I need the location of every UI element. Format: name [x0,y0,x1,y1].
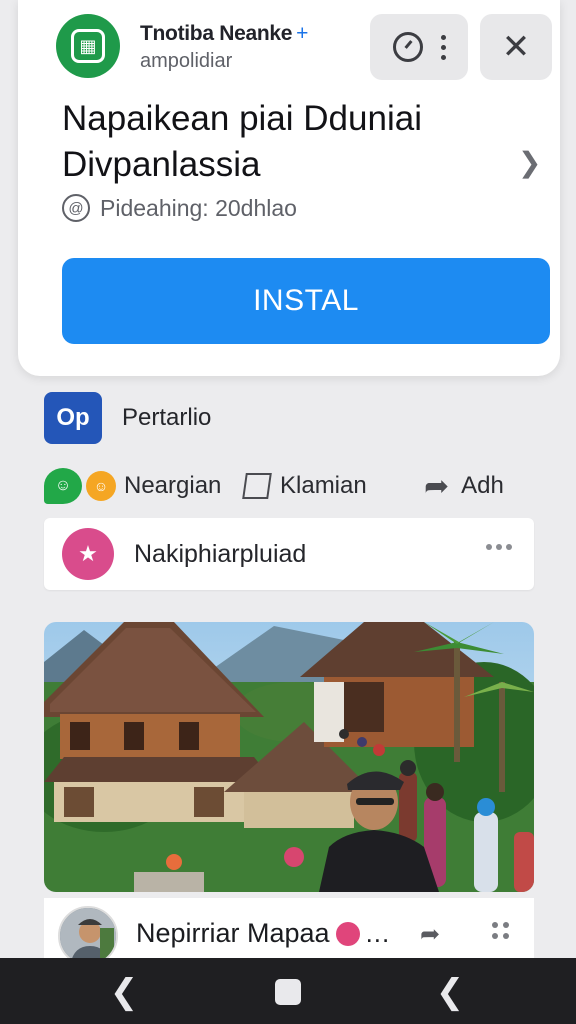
comment-label: Klamian [280,472,367,499]
action-bar: ☺ ☺ Neargian Klamian ➦ Adh [44,466,534,506]
page-name[interactable]: Pertarlio [122,404,211,432]
comment-icon [242,473,272,499]
home-button[interactable] [268,972,308,1012]
avatar[interactable] [58,906,118,966]
home-icon [275,979,301,1005]
system-nav-bar: ❮ ❮ [0,958,576,1024]
post-header: Nepirriar Mapaa ... ➦ [44,898,534,966]
app-logo-icon[interactable]: ▦ [56,14,120,78]
more-horizontal-icon[interactable] [486,544,512,550]
more-vertical-icon [440,34,446,60]
timer-icon [392,32,423,62]
recent-icon: ❮ [435,973,465,1011]
share-button[interactable]: ➦ Adh [424,466,504,506]
ad-card: ▦ Tnotiba Neanke + ampolidiar ✕ Napaikean… [18,0,560,376]
ad-meta-text: Pideahing: 20dhlao [100,194,297,221]
like-button[interactable]: ☺ ☺ Neargian [44,466,221,506]
ad-options-button[interactable] [370,14,468,80]
post-ellipsis: ... [365,918,391,948]
share-icon: ➦ [424,469,450,503]
drag-handle-icon[interactable] [492,922,509,939]
close-button[interactable]: ✕ [480,14,552,80]
ad-meta: @ Pideahing: 20dhlao [62,194,297,222]
post-author-name: Nepirriar Mapaa [136,918,330,948]
notification-card[interactable]: ★ Nakiphiarpluiad [44,518,534,590]
verified-badge-icon [335,921,360,946]
comment-button[interactable]: Klamian [242,466,367,506]
app-name: Tnotiba Neanke + [140,22,308,46]
app-name-text: Tnotiba Neanke [140,22,293,45]
post-author[interactable]: Nepirriar Mapaa ... [136,918,390,949]
emoji-icon: ☺ [86,471,116,501]
reaction-icon: ☺ [44,468,82,504]
post-photo-image [44,622,534,892]
like-label: Neargian [124,472,222,499]
info-icon: @ [62,194,90,222]
recent-button[interactable]: ❮ [430,972,470,1012]
share-icon[interactable]: ➦ [420,920,440,949]
notification-text: Nakiphiarpluiad [134,540,307,568]
install-button[interactable]: INSTAL [62,258,550,344]
back-button[interactable]: ❮ [104,972,144,1012]
star-icon: ★ [62,528,114,580]
close-icon: ✕ [501,28,531,66]
ad-title[interactable]: Napaikean piai Dduniai Divpanlassia [62,96,502,188]
share-label: Adh [461,472,504,499]
post-photo[interactable] [44,622,534,892]
chevron-right-icon[interactable]: ❯ [518,146,541,179]
back-icon: ❮ [109,973,139,1011]
app-subtitle: ampolidiar [140,50,233,72]
page-logo[interactable]: Op [44,392,102,444]
plus-icon: + [296,22,309,45]
